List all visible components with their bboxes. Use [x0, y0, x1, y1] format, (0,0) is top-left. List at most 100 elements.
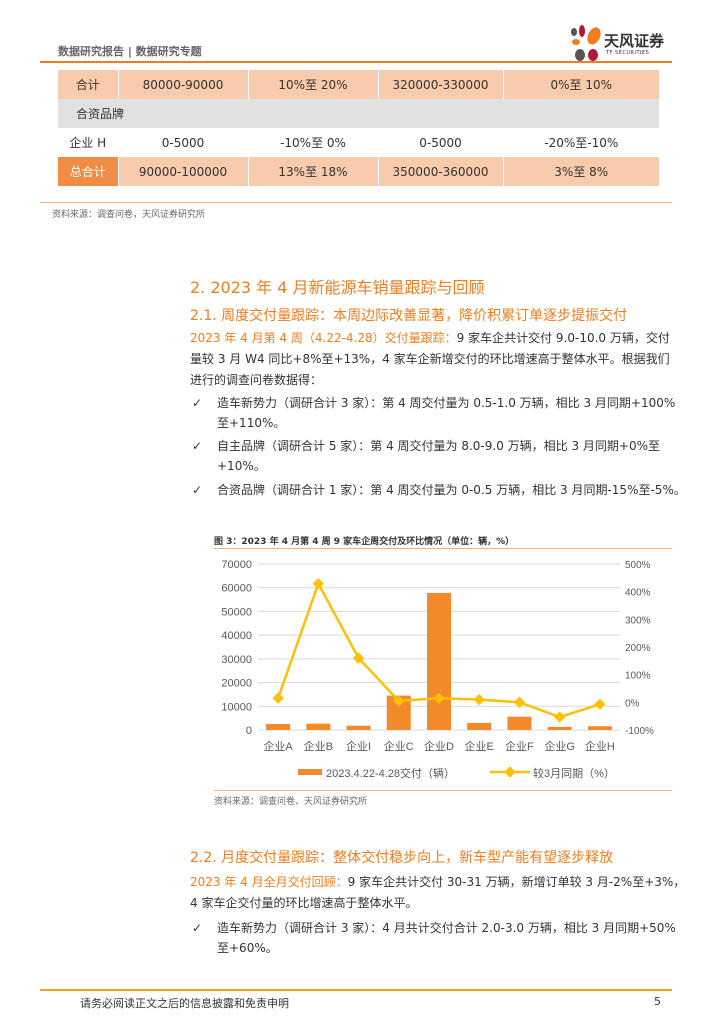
figure-divider — [214, 790, 672, 791]
right-axis-tick-label: -100% — [625, 726, 654, 737]
paragraph-text: 量较 3 月 W4 同比+8%至+13%，4 家车企新增交付的环比增速高于整体水… — [190, 352, 670, 366]
checkmark-icon: ✓ — [192, 439, 203, 453]
footer-divider — [40, 989, 672, 991]
bullet-text: 合资品牌（调研合计 1 家）：第 4 周交付量为 0-0.5 万辆，相比 3 月… — [217, 483, 686, 497]
table-cell: 3%至 8% — [503, 157, 660, 186]
section-heading: 2. 2023 年 4 月新能源车销量跟踪与回顾 — [190, 278, 485, 297]
legend-label: 2023.4.22-4.28交付（辆） — [326, 766, 455, 780]
table-group-label: 合资品牌 — [58, 99, 660, 128]
paragraph-text: 9 家车企共计交付 9.0-10.0 万辆，交付 — [456, 331, 670, 345]
bullet-text: +10%。 — [217, 459, 266, 473]
paragraph-lead: 2023 年 4 月第 4 周（4.22-4.28）交付量跟踪： — [190, 331, 457, 345]
right-axis-tick-label: 200% — [625, 643, 651, 654]
bullet-item: ✓ 造车新势力（调研合计 3 家）：4 月共计交付合计 2.0-3.0 万辆，相… — [190, 918, 676, 958]
line-point — [272, 692, 284, 704]
bullet-text: 自主品牌（调研合计 5 家）：第 4 周交付量为 8.0-9.0 万辆，相比 3… — [217, 439, 661, 453]
line-point — [594, 698, 606, 710]
paragraph-lead: 2023 年 4 月全月交付回顾： — [190, 875, 348, 889]
table-source: 资料来源：调查问卷，天风证券研究所 — [52, 210, 206, 220]
table-cell: 13%至 18% — [248, 157, 379, 186]
category-label: 企业C — [384, 739, 414, 753]
right-axis-tick-label: 100% — [625, 671, 651, 682]
figure-title: 图 3：2023 年 4 月第 4 周 9 家车企周交付及环比情况（单位：辆，%… — [214, 537, 515, 547]
left-axis-tick-label: 40000 — [221, 630, 252, 642]
category-label: 企业D — [424, 739, 454, 753]
line-point — [473, 693, 485, 706]
figure-source: 资料来源：调查问卷、天风证券研究所 — [214, 797, 368, 807]
table-row: 企业 H 0-5000 -10%至 0% 0-5000 -20%至-10% — [58, 128, 660, 157]
table-cell: -20%至-10% — [503, 128, 660, 157]
table-cell: 0-5000 — [118, 128, 249, 157]
right-axis-tick-label: 400% — [625, 588, 651, 599]
legend-bar-swatch — [298, 769, 322, 775]
bullet-text: 至+60%。 — [217, 941, 278, 955]
subsection-heading: 2.2. 月度交付量跟踪：整体交付稳步向上，新车型产能有望逐步释放 — [190, 850, 614, 866]
category-label: 企业H — [585, 739, 615, 753]
paragraph-text: 进行的调查问卷数据得： — [190, 373, 323, 387]
bar — [427, 592, 451, 730]
left-axis-tick-label: 70000 — [221, 559, 252, 571]
bar — [266, 724, 291, 730]
table-row: 合资品牌 — [58, 99, 660, 128]
table-cell: -10%至 0% — [248, 128, 379, 157]
checkmark-icon: ✓ — [192, 396, 203, 410]
category-label: 企业A — [263, 739, 293, 753]
left-axis-tick-label: 60000 — [221, 583, 252, 595]
left-axis-tick-label: 0 — [246, 725, 252, 737]
table-cell: 0%至 10% — [503, 70, 660, 99]
bar — [306, 723, 331, 730]
table-cell: 总合计 — [58, 157, 119, 186]
delivery-table: 合计 80000-90000 10%至 20% 320000-330000 0%… — [58, 70, 660, 186]
table-row: 总合计 90000-100000 13%至 18% 350000-360000 … — [58, 157, 660, 186]
logo-name: 天风证券 — [604, 32, 665, 50]
bullet-item: ✓ 造车新势力（调研合计 3 家）：第 4 周交付量为 0.5-1.0 万辆，相… — [190, 393, 676, 433]
table-cell: 80000-90000 — [118, 70, 249, 99]
category-label: 企业F — [505, 739, 534, 753]
right-axis-tick-label: 500% — [625, 560, 651, 571]
left-axis-tick-label: 10000 — [221, 701, 252, 713]
left-axis-tick-label: 30000 — [221, 654, 252, 666]
header-divider — [40, 61, 672, 63]
paragraph: 2023 年 4 月全月交付回顾：9 家车企共计交付 30-31 万辆，新增订单… — [190, 872, 685, 914]
legend-line-marker — [504, 766, 516, 778]
subsection-heading: 2.1. 周度交付量跟踪：本周边际改善显著，降价积累订单逐步提振交付 — [190, 308, 628, 324]
legend-label: 较3月同期（%） — [533, 766, 615, 780]
table-cell: 企业 H — [58, 128, 119, 157]
logo-subtitle: TF SECURITIES — [606, 50, 650, 56]
table-cell: 合计 — [58, 70, 119, 99]
right-axis-tick-label: 0% — [625, 698, 640, 709]
bullet-item: ✓ 合资品牌（调研合计 1 家）：第 4 周交付量为 0-0.5 万辆，相比 3… — [190, 480, 686, 500]
table-cell: 350000-360000 — [378, 157, 504, 186]
category-label: 企业G — [544, 739, 575, 753]
paragraph-text: 4 家车企交付量的环比增速高于整体水平。 — [190, 896, 418, 910]
paragraph-text: 9 家车企共计交付 30-31 万辆，新增订单较 3 月-2%至+3%， — [347, 875, 686, 889]
checkmark-icon: ✓ — [192, 921, 203, 935]
right-axis-tick-label: 300% — [625, 615, 651, 626]
bar — [547, 726, 572, 730]
table-cell: 320000-330000 — [378, 70, 504, 99]
bar — [507, 716, 532, 730]
bullet-text: 造车新势力（调研合计 3 家）：4 月共计交付合计 2.0-3.0 万辆，相比 … — [217, 921, 676, 935]
tf-securities-logo: 天风证券 TF SECURITIES — [570, 24, 680, 62]
bar — [587, 726, 612, 730]
table-row: 合计 80000-90000 10%至 20% 320000-330000 0%… — [58, 70, 660, 99]
page-number: 5 — [654, 995, 661, 1008]
figure-divider — [214, 548, 672, 549]
checkmark-icon: ✓ — [192, 483, 203, 497]
report-header-title: 数据研究报告 | 数据研究专题 — [58, 45, 202, 58]
line-point — [554, 711, 566, 723]
table-cell: 90000-100000 — [118, 157, 249, 186]
bullet-text: 造车新势力（调研合计 3 家）：第 4 周交付量为 0.5-1.0 万辆，相比 … — [217, 396, 676, 410]
delivery-chart: 0 10000 20000 30000 40000 50000 60000 70000 -100… — [221, 559, 654, 780]
category-label: 企业E — [465, 739, 494, 753]
left-axis-tick-label: 20000 — [221, 678, 252, 690]
bar — [346, 725, 371, 730]
source-divider — [40, 202, 672, 203]
category-label: 企业I — [346, 739, 371, 753]
bar — [467, 722, 492, 730]
bullet-item: ✓ 自主品牌（调研合计 5 家）：第 4 周交付量为 8.0-9.0 万辆，相比… — [190, 436, 676, 476]
bullet-text: 至+110%。 — [217, 416, 286, 430]
category-label: 企业B — [304, 739, 333, 753]
logo-petals-icon — [571, 25, 601, 61]
left-axis-tick-label: 50000 — [221, 606, 252, 618]
